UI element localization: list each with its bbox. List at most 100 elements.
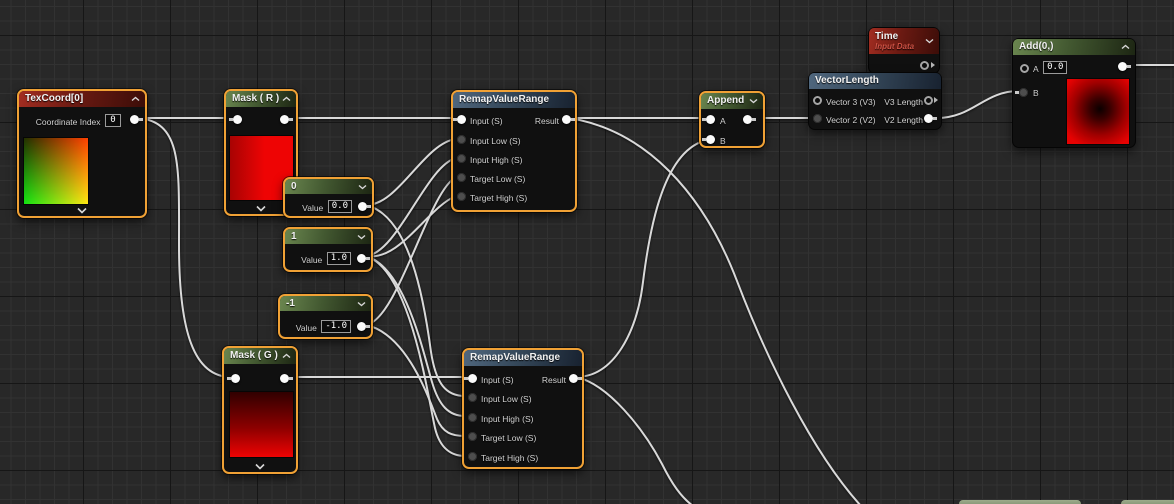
output-pin[interactable] bbox=[1118, 62, 1127, 71]
wire bbox=[576, 377, 693, 504]
pin-label: B bbox=[720, 136, 726, 146]
chevron-up-icon[interactable] bbox=[131, 96, 140, 102]
preview-toggle-icon[interactable] bbox=[256, 205, 267, 212]
input-pin[interactable] bbox=[468, 452, 477, 461]
node-header[interactable]: Time Input Data bbox=[869, 28, 939, 54]
input-pin-vector2[interactable] bbox=[813, 114, 822, 123]
pin-label: A bbox=[1033, 64, 1039, 74]
preview-toggle-icon[interactable] bbox=[77, 207, 88, 214]
node-header[interactable]: Mask ( R ) bbox=[226, 91, 296, 107]
node-append[interactable]: Append A B bbox=[699, 91, 765, 148]
pin-label: V3 Length bbox=[884, 97, 923, 107]
partial-node-header[interactable] bbox=[1121, 500, 1174, 504]
input-pin[interactable] bbox=[457, 173, 466, 182]
pin-label: Input Low (S) bbox=[481, 394, 532, 404]
node-header[interactable]: TexCoord[0] bbox=[19, 91, 145, 107]
value-field[interactable]: 0.0 bbox=[328, 200, 352, 213]
node-texcoord[interactable]: TexCoord[0] Coordinate Index 0 bbox=[17, 89, 147, 218]
wire bbox=[576, 140, 707, 377]
input-pin[interactable] bbox=[457, 154, 466, 163]
output-pin[interactable] bbox=[357, 254, 366, 263]
input-pin[interactable] bbox=[233, 115, 242, 124]
node-header[interactable]: RemapValueRange bbox=[464, 350, 582, 366]
chevron-down-icon[interactable] bbox=[925, 38, 934, 44]
node-header[interactable]: -1 bbox=[280, 296, 371, 311]
output-pin[interactable] bbox=[358, 202, 367, 211]
node-header[interactable]: Mask ( G ) bbox=[224, 348, 296, 364]
output-pin[interactable] bbox=[280, 115, 289, 124]
output-pin[interactable] bbox=[130, 115, 139, 124]
coordinate-index-field[interactable]: 0 bbox=[105, 114, 121, 127]
node-title: VectorLength bbox=[815, 75, 879, 86]
input-pin[interactable] bbox=[457, 135, 466, 144]
value-field[interactable]: 1.0 bbox=[327, 252, 351, 265]
input-pin-vector3[interactable] bbox=[813, 96, 822, 105]
node-header[interactable]: VectorLength bbox=[809, 73, 941, 89]
node-constant-0[interactable]: 0 Value 0.0 bbox=[283, 177, 374, 218]
input-pin[interactable] bbox=[457, 192, 466, 201]
input-pin-b[interactable] bbox=[1019, 88, 1028, 97]
output-pin[interactable] bbox=[743, 115, 752, 124]
pin-label: Input (S) bbox=[481, 375, 514, 385]
pin-label: Target Low (S) bbox=[481, 433, 536, 443]
pin-label: V2 Length bbox=[884, 115, 923, 125]
partial-node-header[interactable] bbox=[959, 500, 1081, 504]
value-row: Value -1.0 bbox=[296, 320, 351, 333]
output-pin-v3-length[interactable] bbox=[924, 96, 933, 105]
output-pin[interactable] bbox=[280, 374, 289, 383]
node-mask-g[interactable]: Mask ( G ) bbox=[222, 346, 298, 474]
input-pin[interactable] bbox=[457, 115, 466, 124]
wire bbox=[366, 139, 456, 205]
node-constant-1[interactable]: 1 Value 1.0 bbox=[283, 227, 373, 272]
output-pin[interactable] bbox=[569, 374, 578, 383]
node-remap-value-range-top[interactable]: RemapValueRange Input (S) Result Input L… bbox=[451, 90, 577, 212]
node-header[interactable]: 0 bbox=[285, 179, 372, 194]
value-field[interactable]: 0.0 bbox=[1043, 61, 1067, 74]
value-label: Value bbox=[302, 203, 323, 213]
value-label: Value bbox=[296, 323, 317, 333]
chevron-up-icon[interactable] bbox=[282, 96, 291, 102]
wire bbox=[138, 118, 231, 377]
node-title: -1 bbox=[286, 298, 295, 309]
add-preview bbox=[1067, 79, 1129, 144]
wires-layer bbox=[0, 0, 1174, 504]
output-pin[interactable] bbox=[920, 61, 929, 70]
preview-toggle-icon[interactable] bbox=[255, 463, 266, 470]
mask-g-preview bbox=[230, 392, 293, 457]
input-pin-b[interactable] bbox=[706, 135, 715, 144]
input-pin[interactable] bbox=[468, 393, 477, 402]
input-pin[interactable] bbox=[468, 413, 477, 422]
node-add[interactable]: Add(0,) A 0.0 B bbox=[1012, 38, 1136, 148]
value-field[interactable]: -1.0 bbox=[321, 320, 351, 333]
node-vector-length[interactable]: VectorLength Vector 3 (V3) V3 Length Vec… bbox=[808, 72, 942, 130]
node-constant-neg1[interactable]: -1 Value -1.0 bbox=[278, 294, 373, 339]
chevron-up-icon[interactable] bbox=[282, 353, 291, 359]
chevron-down-icon[interactable] bbox=[749, 98, 758, 104]
output-pin-v2-length[interactable] bbox=[924, 114, 933, 123]
input-pin-a[interactable] bbox=[1020, 64, 1029, 73]
node-header[interactable]: 1 bbox=[285, 229, 371, 244]
node-time[interactable]: Time Input Data bbox=[868, 27, 940, 74]
node-header[interactable]: Add(0,) bbox=[1013, 39, 1135, 55]
chevron-up-icon[interactable] bbox=[1121, 44, 1130, 50]
node-title: 0 bbox=[291, 181, 297, 192]
output-pin[interactable] bbox=[562, 115, 571, 124]
coordinate-index-label: Coordinate Index bbox=[36, 117, 101, 127]
input-pin[interactable] bbox=[468, 432, 477, 441]
node-header[interactable]: RemapValueRange bbox=[453, 92, 575, 108]
input-pin[interactable] bbox=[231, 374, 240, 383]
pin-arrow-icon bbox=[931, 62, 935, 68]
input-pin-a[interactable] bbox=[706, 115, 715, 124]
node-title: 1 bbox=[291, 231, 297, 242]
material-graph-canvas[interactable]: TexCoord[0] Coordinate Index 0 Mask ( R … bbox=[0, 0, 1174, 504]
input-pin[interactable] bbox=[468, 374, 477, 383]
node-remap-value-range-bottom[interactable]: RemapValueRange Input (S) Result Input L… bbox=[462, 348, 584, 469]
node-title: Append bbox=[707, 95, 744, 106]
chevron-down-icon[interactable] bbox=[357, 234, 366, 240]
chevron-down-icon[interactable] bbox=[357, 301, 366, 307]
pin-label: Input Low (S) bbox=[470, 136, 521, 146]
node-title: TexCoord[0] bbox=[25, 93, 83, 104]
chevron-down-icon[interactable] bbox=[358, 184, 367, 190]
output-pin[interactable] bbox=[357, 322, 366, 331]
node-header[interactable]: Append bbox=[701, 93, 763, 109]
